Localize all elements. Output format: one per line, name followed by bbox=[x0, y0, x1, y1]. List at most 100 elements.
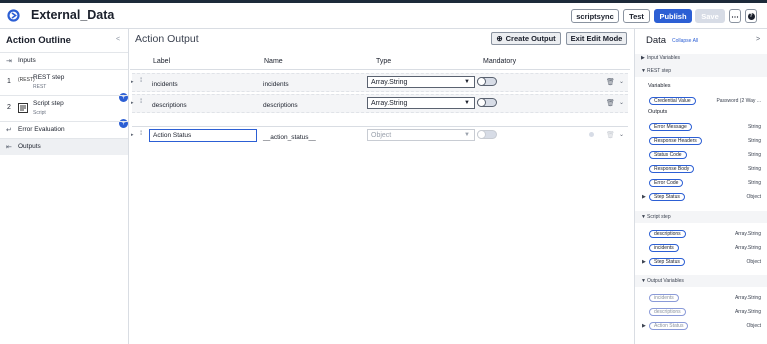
output-name-field[interactable]: __action_status__ bbox=[260, 131, 364, 143]
toggle-knob bbox=[477, 77, 486, 86]
input-arrow-icon: ⇥ bbox=[6, 58, 12, 65]
outline-item-label: Error Evaluation bbox=[18, 126, 65, 133]
mandatory-toggle[interactable] bbox=[477, 77, 497, 86]
type-select-value: Array.String bbox=[371, 78, 408, 86]
output-label-field[interactable]: descriptions bbox=[149, 99, 257, 111]
step-type: Script bbox=[33, 110, 46, 116]
pill-type: String bbox=[747, 152, 761, 158]
create-output-label: Create Output bbox=[505, 34, 556, 43]
pill-type: Array.String bbox=[734, 245, 761, 251]
table-row: ▸ ⁞⁞ incidents incidents Array.String ▼ … bbox=[130, 73, 630, 92]
data-pill[interactable]: Error Message bbox=[649, 123, 692, 131]
drag-handle-icon[interactable]: ⁞⁞ bbox=[140, 131, 143, 137]
data-pill[interactable]: descriptions bbox=[649, 308, 686, 316]
data-pill[interactable]: incidents bbox=[649, 244, 679, 252]
header-divider bbox=[130, 69, 630, 70]
expand-row-icon[interactable]: ▸ bbox=[131, 100, 134, 106]
outputs-heading: Outputs bbox=[648, 109, 668, 115]
collapse-all-link[interactable]: Collapse All bbox=[672, 38, 698, 44]
page-title: Action Output bbox=[135, 33, 199, 45]
type-select[interactable]: Array.String ▼ bbox=[367, 76, 475, 88]
row-chevron-icon[interactable]: ⌄ bbox=[619, 131, 624, 138]
more-options-button[interactable]: ⋯ bbox=[729, 9, 741, 23]
output-name-field[interactable]: descriptions bbox=[260, 99, 364, 111]
pill-type: Array.String bbox=[734, 309, 761, 315]
pill-type: Object bbox=[746, 323, 761, 329]
script-icon bbox=[18, 103, 28, 113]
expand-row-icon[interactable]: ▸ bbox=[131, 79, 134, 85]
data-pill[interactable]: Step Status bbox=[649, 193, 685, 201]
table-row: ▸ ⁞⁞ Action Status __action_status__ Obj… bbox=[130, 126, 630, 145]
data-pill[interactable]: incidents bbox=[649, 294, 679, 302]
delete-icon[interactable]: 🗑 bbox=[606, 131, 615, 139]
action-title: External_Data bbox=[31, 8, 115, 22]
rest-icon: (REST) bbox=[18, 77, 35, 83]
pill-type: String bbox=[747, 166, 761, 172]
drag-handle-icon[interactable]: ⁞⁞ bbox=[140, 99, 143, 105]
toggle-knob bbox=[477, 98, 486, 107]
pill-type: Password (2 Way ... bbox=[716, 98, 761, 104]
output-arrow-icon: ⇤ bbox=[6, 144, 12, 151]
type-select[interactable]: Array.String ▼ bbox=[367, 97, 475, 109]
caret-down-icon: ▼ bbox=[464, 132, 470, 138]
outline-item-inputs[interactable]: ⇥ Inputs bbox=[0, 52, 128, 69]
action-outline-panel: Action Outline < ⇥ Inputs + 1 (REST) RES… bbox=[0, 29, 129, 344]
outline-item-script-step[interactable]: 2 Script step Script bbox=[0, 95, 128, 121]
toggle-knob bbox=[477, 130, 486, 139]
data-pill[interactable]: Error Code bbox=[649, 179, 684, 187]
column-header-label: Label bbox=[153, 58, 171, 65]
help-button[interactable]: ? bbox=[745, 9, 757, 23]
save-button[interactable]: Save bbox=[695, 9, 725, 23]
outline-item-rest-step[interactable]: 1 (REST) REST step REST bbox=[0, 69, 128, 95]
type-select-value: Object bbox=[371, 131, 392, 139]
pill-type: String bbox=[747, 138, 761, 144]
pill-type: Object bbox=[746, 259, 761, 265]
action-output-panel: Action Output ⊕ Create Output Exit Edit … bbox=[130, 29, 633, 344]
section-label: Script step bbox=[647, 214, 671, 220]
outline-item-error-evaluation[interactable]: ↵ Error Evaluation bbox=[0, 121, 128, 138]
expand-panel-icon[interactable]: > bbox=[756, 36, 760, 43]
output-label-field[interactable]: incidents bbox=[149, 78, 257, 90]
column-header-type: Type bbox=[376, 58, 392, 65]
output-name-field[interactable]: incidents bbox=[260, 78, 364, 90]
outline-item-outputs[interactable]: ⇤ Outputs bbox=[0, 138, 128, 155]
outline-item-label: Outputs bbox=[18, 143, 41, 150]
test-button[interactable]: Test bbox=[623, 9, 650, 23]
publish-button[interactable]: Publish bbox=[654, 9, 692, 23]
row-chevron-icon[interactable]: ⌄ bbox=[619, 78, 624, 85]
mandatory-toggle[interactable] bbox=[477, 130, 497, 139]
column-header-mandatory: Mandatory bbox=[483, 58, 517, 65]
step-name: REST step bbox=[33, 74, 65, 81]
plus-circle-icon: ⊕ bbox=[496, 34, 503, 43]
collapse-outline-icon[interactable]: < bbox=[116, 36, 120, 43]
data-pill-credential-value[interactable]: Credential Value bbox=[649, 97, 696, 105]
mandatory-toggle[interactable] bbox=[477, 98, 497, 107]
step-number: 2 bbox=[7, 104, 11, 111]
data-pill[interactable]: Action Status bbox=[649, 322, 689, 330]
step-name: Script step bbox=[33, 100, 64, 107]
data-pill[interactable]: Response Headers bbox=[649, 137, 702, 145]
caret-right-icon[interactable]: ▶ bbox=[642, 194, 646, 200]
expand-row-icon[interactable]: ▸ bbox=[131, 132, 134, 138]
app-header: External_Data scriptsync Test Publish Sa… bbox=[0, 3, 767, 29]
section-label: Output Variables bbox=[647, 278, 684, 284]
caret-down-icon: ▼ bbox=[641, 278, 646, 284]
row-chevron-icon[interactable]: ⌄ bbox=[619, 99, 624, 106]
caret-right-icon[interactable]: ▶ bbox=[642, 323, 646, 329]
scriptsync-button[interactable]: scriptsync bbox=[571, 9, 619, 23]
data-panel-title: Data bbox=[646, 35, 667, 46]
create-output-button[interactable]: ⊕ Create Output bbox=[491, 32, 561, 45]
data-pill[interactable]: Response Body bbox=[649, 165, 695, 173]
type-select[interactable]: Object ▼ bbox=[367, 129, 475, 141]
caret-right-icon: ▶ bbox=[641, 55, 645, 61]
data-pill[interactable]: descriptions bbox=[649, 230, 686, 238]
drag-handle-icon[interactable]: ⁞⁞ bbox=[140, 78, 143, 84]
data-pill[interactable]: Step Status bbox=[649, 258, 685, 266]
output-label-field[interactable]: Action Status bbox=[149, 129, 257, 142]
delete-icon[interactable]: 🗑 bbox=[606, 78, 615, 86]
caret-right-icon[interactable]: ▶ bbox=[642, 259, 646, 265]
data-pill[interactable]: Status Code bbox=[649, 151, 687, 159]
delete-icon[interactable]: 🗑 bbox=[606, 99, 615, 107]
exit-edit-mode-button[interactable]: Exit Edit Mode bbox=[566, 32, 627, 45]
data-panel: Data Collapse All > ▶ Input Variables ▼ … bbox=[634, 29, 767, 344]
